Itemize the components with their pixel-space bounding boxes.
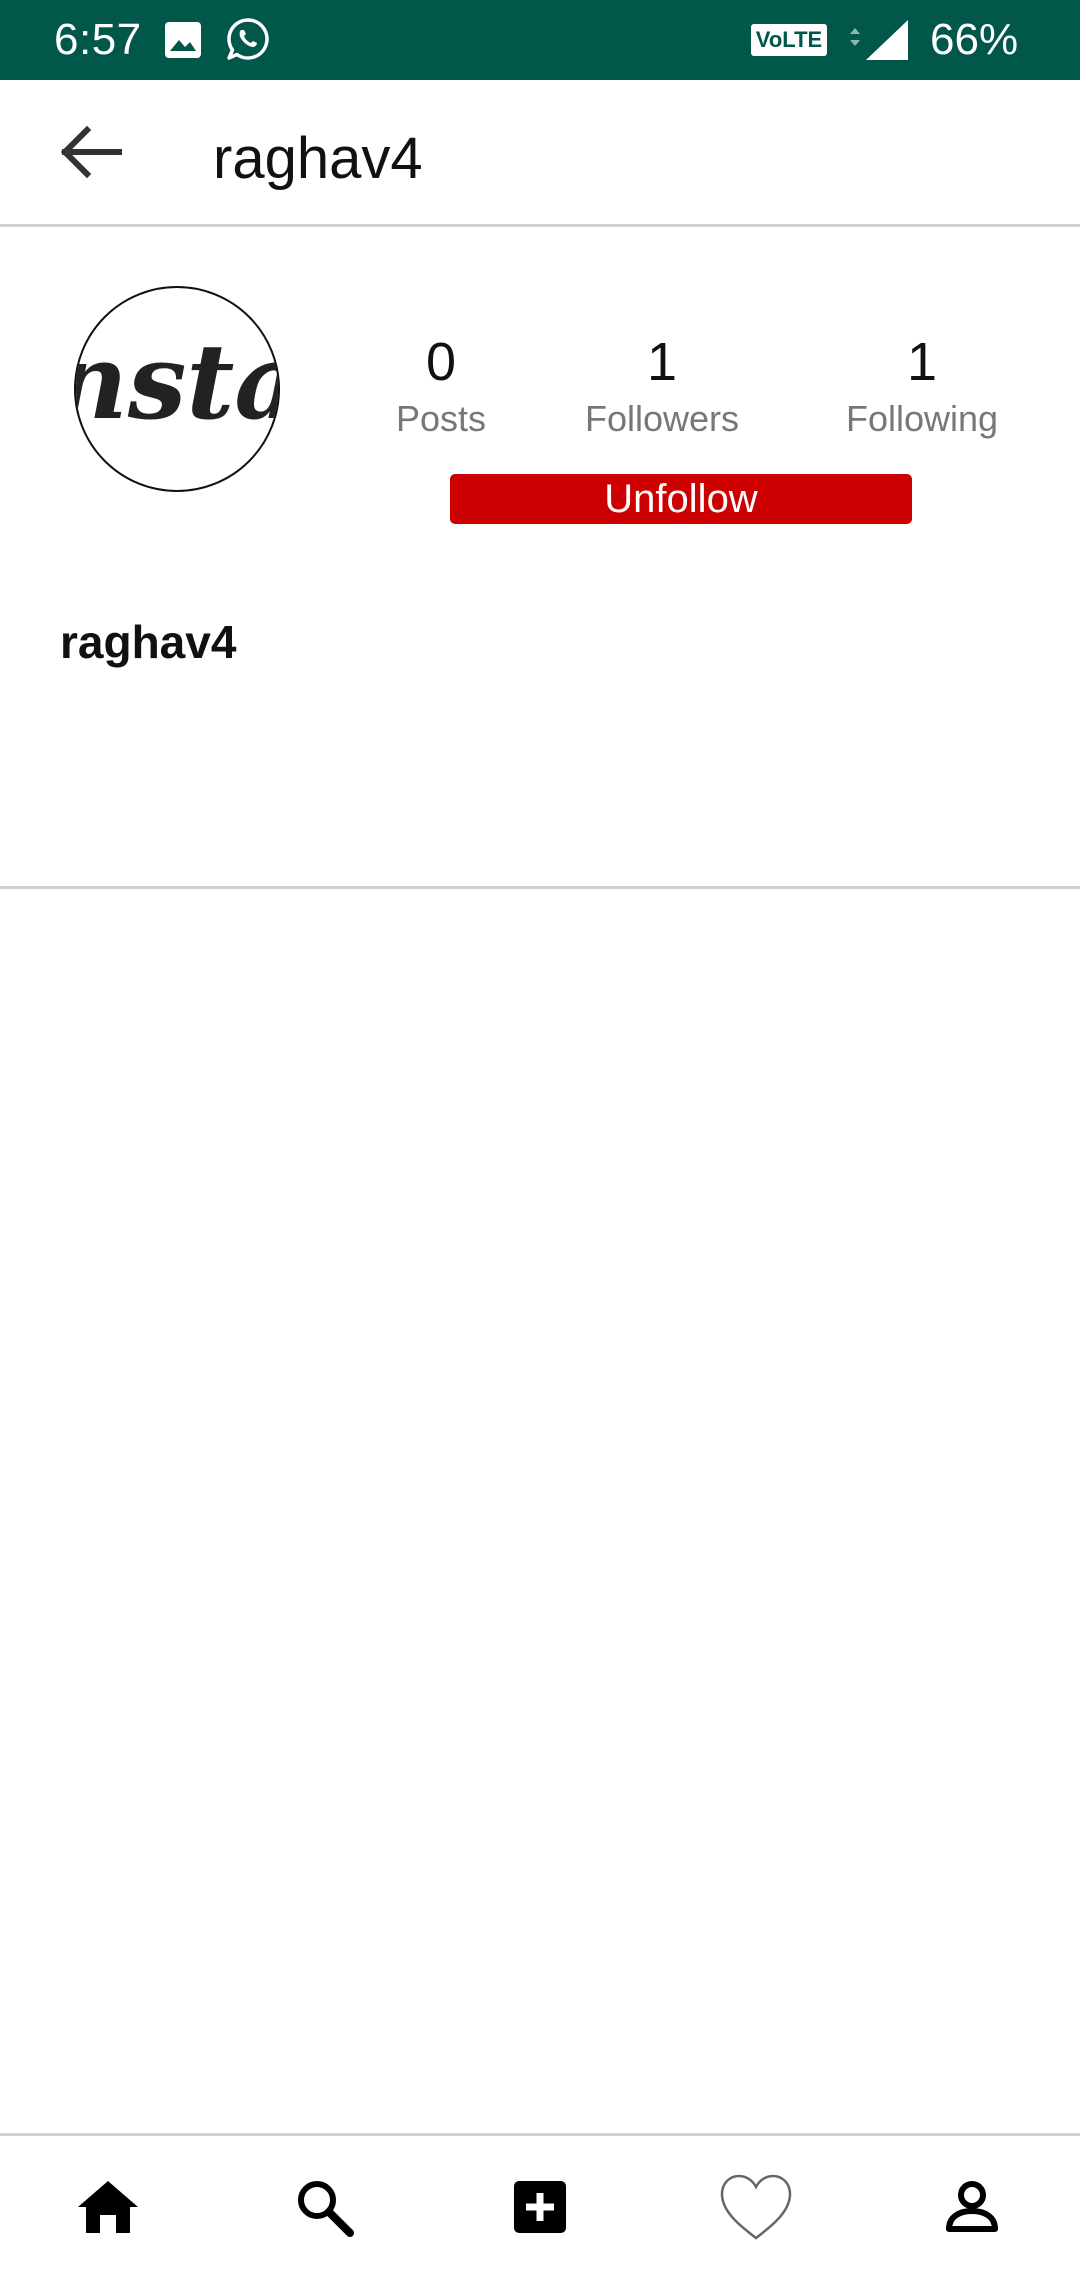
followers-label: Followers: [584, 398, 740, 439]
heart-icon: [718, 2172, 794, 2247]
following-label: Following: [845, 398, 999, 439]
volte-badge: VoLTE: [751, 24, 827, 56]
whatsapp-notification-icon: [225, 16, 271, 62]
add-post-icon: [512, 2179, 568, 2240]
nav-add-post-button[interactable]: [492, 2164, 588, 2254]
following-count[interactable]: 1 Following: [822, 330, 1022, 442]
search-icon: [294, 2177, 354, 2242]
home-icon: [76, 2177, 140, 2242]
profile-icon: [944, 2179, 1000, 2240]
posts-value: 0: [425, 332, 457, 392]
app-bar: raghav4: [0, 80, 1080, 227]
nav-activity-button[interactable]: [708, 2164, 804, 2254]
battery-level: 66%: [930, 15, 1019, 64]
signal-4g-icon: [844, 16, 910, 62]
profile-username: raghav4: [60, 616, 237, 668]
following-value: 1: [906, 332, 938, 392]
nav-profile-button[interactable]: [924, 2164, 1020, 2254]
arrow-back-icon: [57, 122, 123, 187]
bottom-navigation: [0, 2133, 1080, 2280]
avatar[interactable]: nsta: [74, 286, 280, 492]
posts-grid: [0, 889, 1080, 2133]
page-title: raghav4: [213, 126, 423, 191]
status-bar: 6:57 VoLTE 66%: [0, 0, 1080, 80]
followers-value: 1: [646, 332, 678, 392]
nav-search-button[interactable]: [276, 2164, 372, 2254]
unfollow-button[interactable]: Unfollow: [450, 474, 912, 524]
posts-count: 0 Posts: [376, 330, 506, 442]
gallery-notification-icon: [163, 20, 203, 60]
back-button[interactable]: [50, 118, 130, 190]
avatar-logo-text: nsta: [76, 320, 278, 443]
posts-label: Posts: [395, 398, 487, 439]
followers-count[interactable]: 1 Followers: [560, 330, 764, 442]
nav-home-button[interactable]: [60, 2164, 156, 2254]
status-time: 6:57: [54, 15, 142, 64]
